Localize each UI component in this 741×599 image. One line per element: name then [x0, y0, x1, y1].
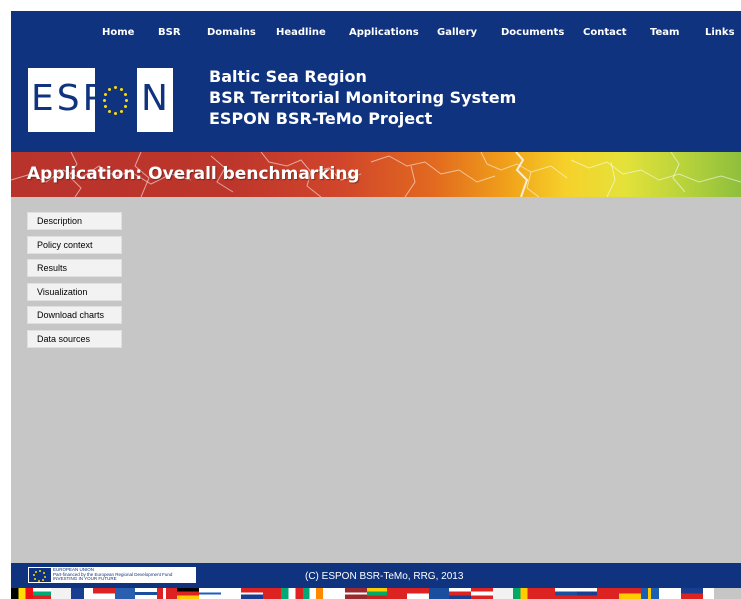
nav-headline[interactable]: Headline	[276, 27, 326, 38]
nav-links[interactable]: Links	[705, 27, 735, 38]
sidebar-item-policy-context[interactable]: Policy context	[27, 235, 122, 254]
espon-logo[interactable]: ESP N	[28, 68, 173, 132]
header: Home BSR Domains Headline Applications G…	[11, 11, 741, 152]
sidebar-item-results[interactable]: Results	[27, 259, 122, 277]
region-title: Baltic Sea Region	[209, 67, 367, 86]
sidebar-item-data-sources[interactable]: Data sources	[27, 329, 122, 348]
country-flags-strip	[11, 588, 741, 599]
map-banner: Application: Overall benchmarking	[11, 152, 741, 197]
sidebar-item-download-charts[interactable]: Download charts	[27, 306, 122, 324]
nav-contact[interactable]: Contact	[583, 27, 627, 38]
nav-domains[interactable]: Domains	[207, 27, 256, 38]
eu-funding-logo: EUROPEAN UNION Part-financed by the Euro…	[28, 567, 196, 583]
sidebar-item-description[interactable]: Description	[27, 212, 122, 230]
eu-text-line3: INVESTING IN YOUR FUTURE	[53, 576, 117, 582]
eu-stars-icon	[95, 68, 137, 132]
header-titles: Baltic Sea Region BSR Territorial Monito…	[209, 66, 516, 129]
sidebar-item-visualization[interactable]: Visualization	[27, 282, 122, 301]
copyright-text: (C) ESPON BSR-TeMo, RRG, 2013	[305, 571, 464, 582]
nav-gallery[interactable]: Gallery	[437, 27, 477, 38]
nav-documents[interactable]: Documents	[501, 27, 564, 38]
footer: EUROPEAN UNION Part-financed by the Euro…	[11, 563, 741, 588]
page-heading: Application: Overall benchmarking	[27, 164, 360, 184]
logo-letter-n: N	[141, 78, 168, 119]
page-frame: Home BSR Domains Headline Applications G…	[11, 11, 741, 599]
nav-applications[interactable]: Applications	[349, 27, 419, 38]
nav-bsr[interactable]: BSR	[158, 27, 181, 38]
eu-flag-icon	[29, 568, 51, 582]
nav-team[interactable]: Team	[650, 27, 679, 38]
project-title: ESPON BSR-TeMo Project	[209, 109, 433, 128]
nav-home[interactable]: Home	[102, 27, 134, 38]
sidebar-menu: Description Policy context Results Visua…	[27, 212, 122, 353]
system-title: BSR Territorial Monitoring System	[209, 88, 517, 107]
top-navigation: Home BSR Domains Headline Applications G…	[11, 11, 741, 41]
